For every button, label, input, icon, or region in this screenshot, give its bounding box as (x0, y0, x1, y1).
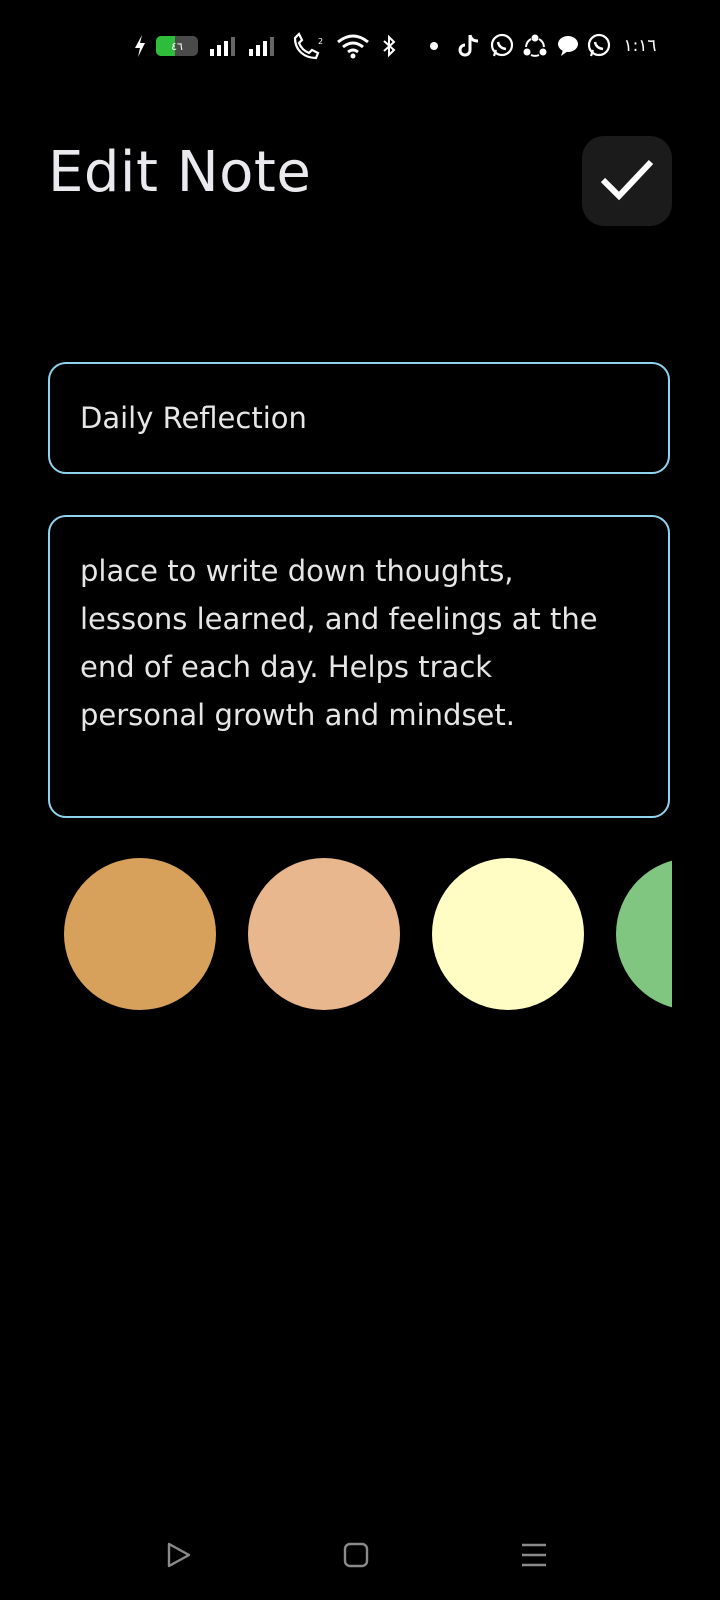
wifi-icon (334, 28, 372, 64)
whatsapp-icon (488, 28, 516, 64)
menu-lines-icon[interactable] (514, 1535, 554, 1575)
charging-icon (130, 28, 150, 64)
color-swatch-cream[interactable] (432, 858, 584, 1010)
dot-icon (428, 28, 440, 64)
note-title-input[interactable]: Daily Reflection (48, 362, 670, 474)
share-icon (521, 28, 549, 64)
color-swatch-peach[interactable] (248, 858, 400, 1010)
status-bar: ٤٦ 2 ١:١٦ (0, 28, 720, 64)
navigation-bar (0, 1535, 720, 1575)
color-picker (64, 858, 672, 1012)
home-square-icon[interactable] (336, 1535, 376, 1575)
signal-1-icon (207, 28, 239, 64)
color-swatch-green[interactable] (616, 858, 672, 1010)
status-time: ١:١٦ (623, 36, 657, 56)
bluetooth-icon (378, 28, 400, 64)
save-button[interactable] (582, 136, 672, 226)
whatsapp-icon (585, 28, 613, 64)
battery-icon: ٤٦ (156, 36, 198, 56)
page-title: Edit Note (48, 140, 312, 205)
check-icon (599, 156, 655, 206)
back-triangle-icon[interactable] (158, 1535, 198, 1575)
chat-icon (555, 28, 581, 64)
signal-2-icon (246, 28, 278, 64)
tiktok-icon (456, 28, 482, 64)
note-content-input[interactable]: place to write down thoughts, lessons le… (48, 515, 670, 818)
color-swatch-orange[interactable] (64, 858, 216, 1010)
svg-text:2: 2 (318, 37, 323, 46)
battery-label: ٤٦ (171, 39, 183, 53)
wifi-calling-icon: 2 (288, 28, 328, 64)
